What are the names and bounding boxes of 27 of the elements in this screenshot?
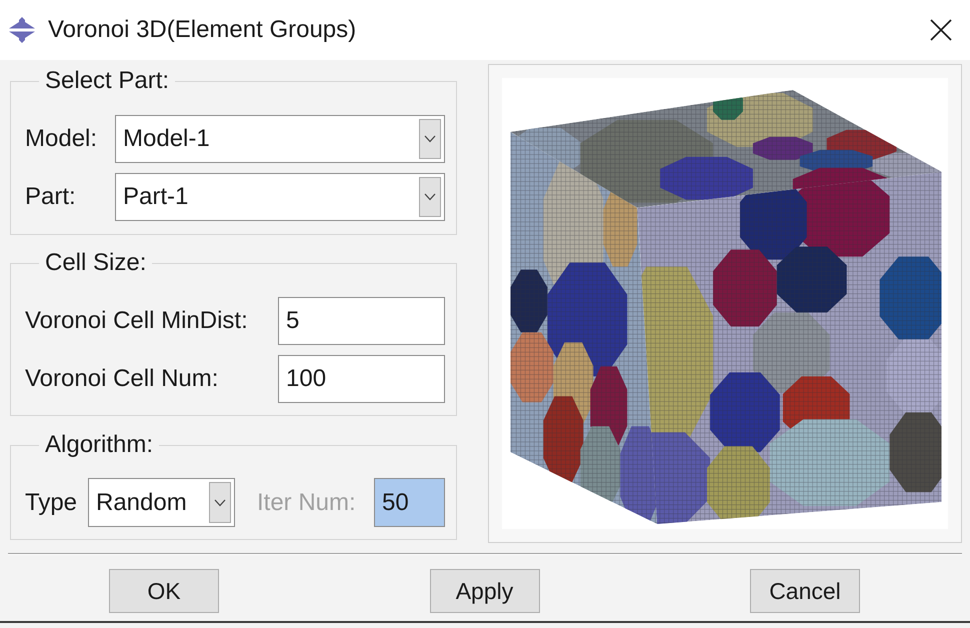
dropdown-button[interactable]	[209, 482, 231, 523]
field-label: Iter Num:	[257, 488, 357, 516]
close-icon	[930, 19, 952, 41]
text-field[interactable]: 100	[278, 355, 445, 403]
field-label: Model:	[25, 125, 98, 153]
window-title: Voronoi 3D(Element Groups)	[48, 16, 356, 44]
diamond-icon	[8, 16, 36, 44]
group-title: Algorithm:	[44, 433, 154, 457]
field-label: Part:	[25, 183, 77, 211]
combo-box[interactable]: Random	[88, 478, 235, 527]
field-label: Voronoi Cell Num:	[25, 365, 220, 393]
combo-box[interactable]: Part-1	[115, 173, 445, 221]
dialog-button[interactable]: Cancel	[750, 569, 860, 613]
close-button[interactable]	[928, 17, 954, 43]
field-label: Type	[25, 488, 78, 516]
combo-box[interactable]: Model-1	[115, 115, 445, 163]
group-title: Cell Size:	[44, 251, 148, 275]
field-label: Voronoi Cell MinDist:	[25, 307, 249, 335]
dropdown-button[interactable]	[419, 119, 441, 159]
dialog-button[interactable]: OK	[109, 569, 219, 613]
group-title: Select Part:	[44, 69, 170, 93]
dialog-button[interactable]: Apply	[430, 569, 540, 613]
chevron-down-icon	[424, 193, 436, 201]
chevron-down-icon	[214, 498, 226, 506]
text-field[interactable]: 5	[278, 297, 445, 345]
dropdown-button[interactable]	[419, 177, 441, 217]
chevron-down-icon	[424, 135, 436, 143]
